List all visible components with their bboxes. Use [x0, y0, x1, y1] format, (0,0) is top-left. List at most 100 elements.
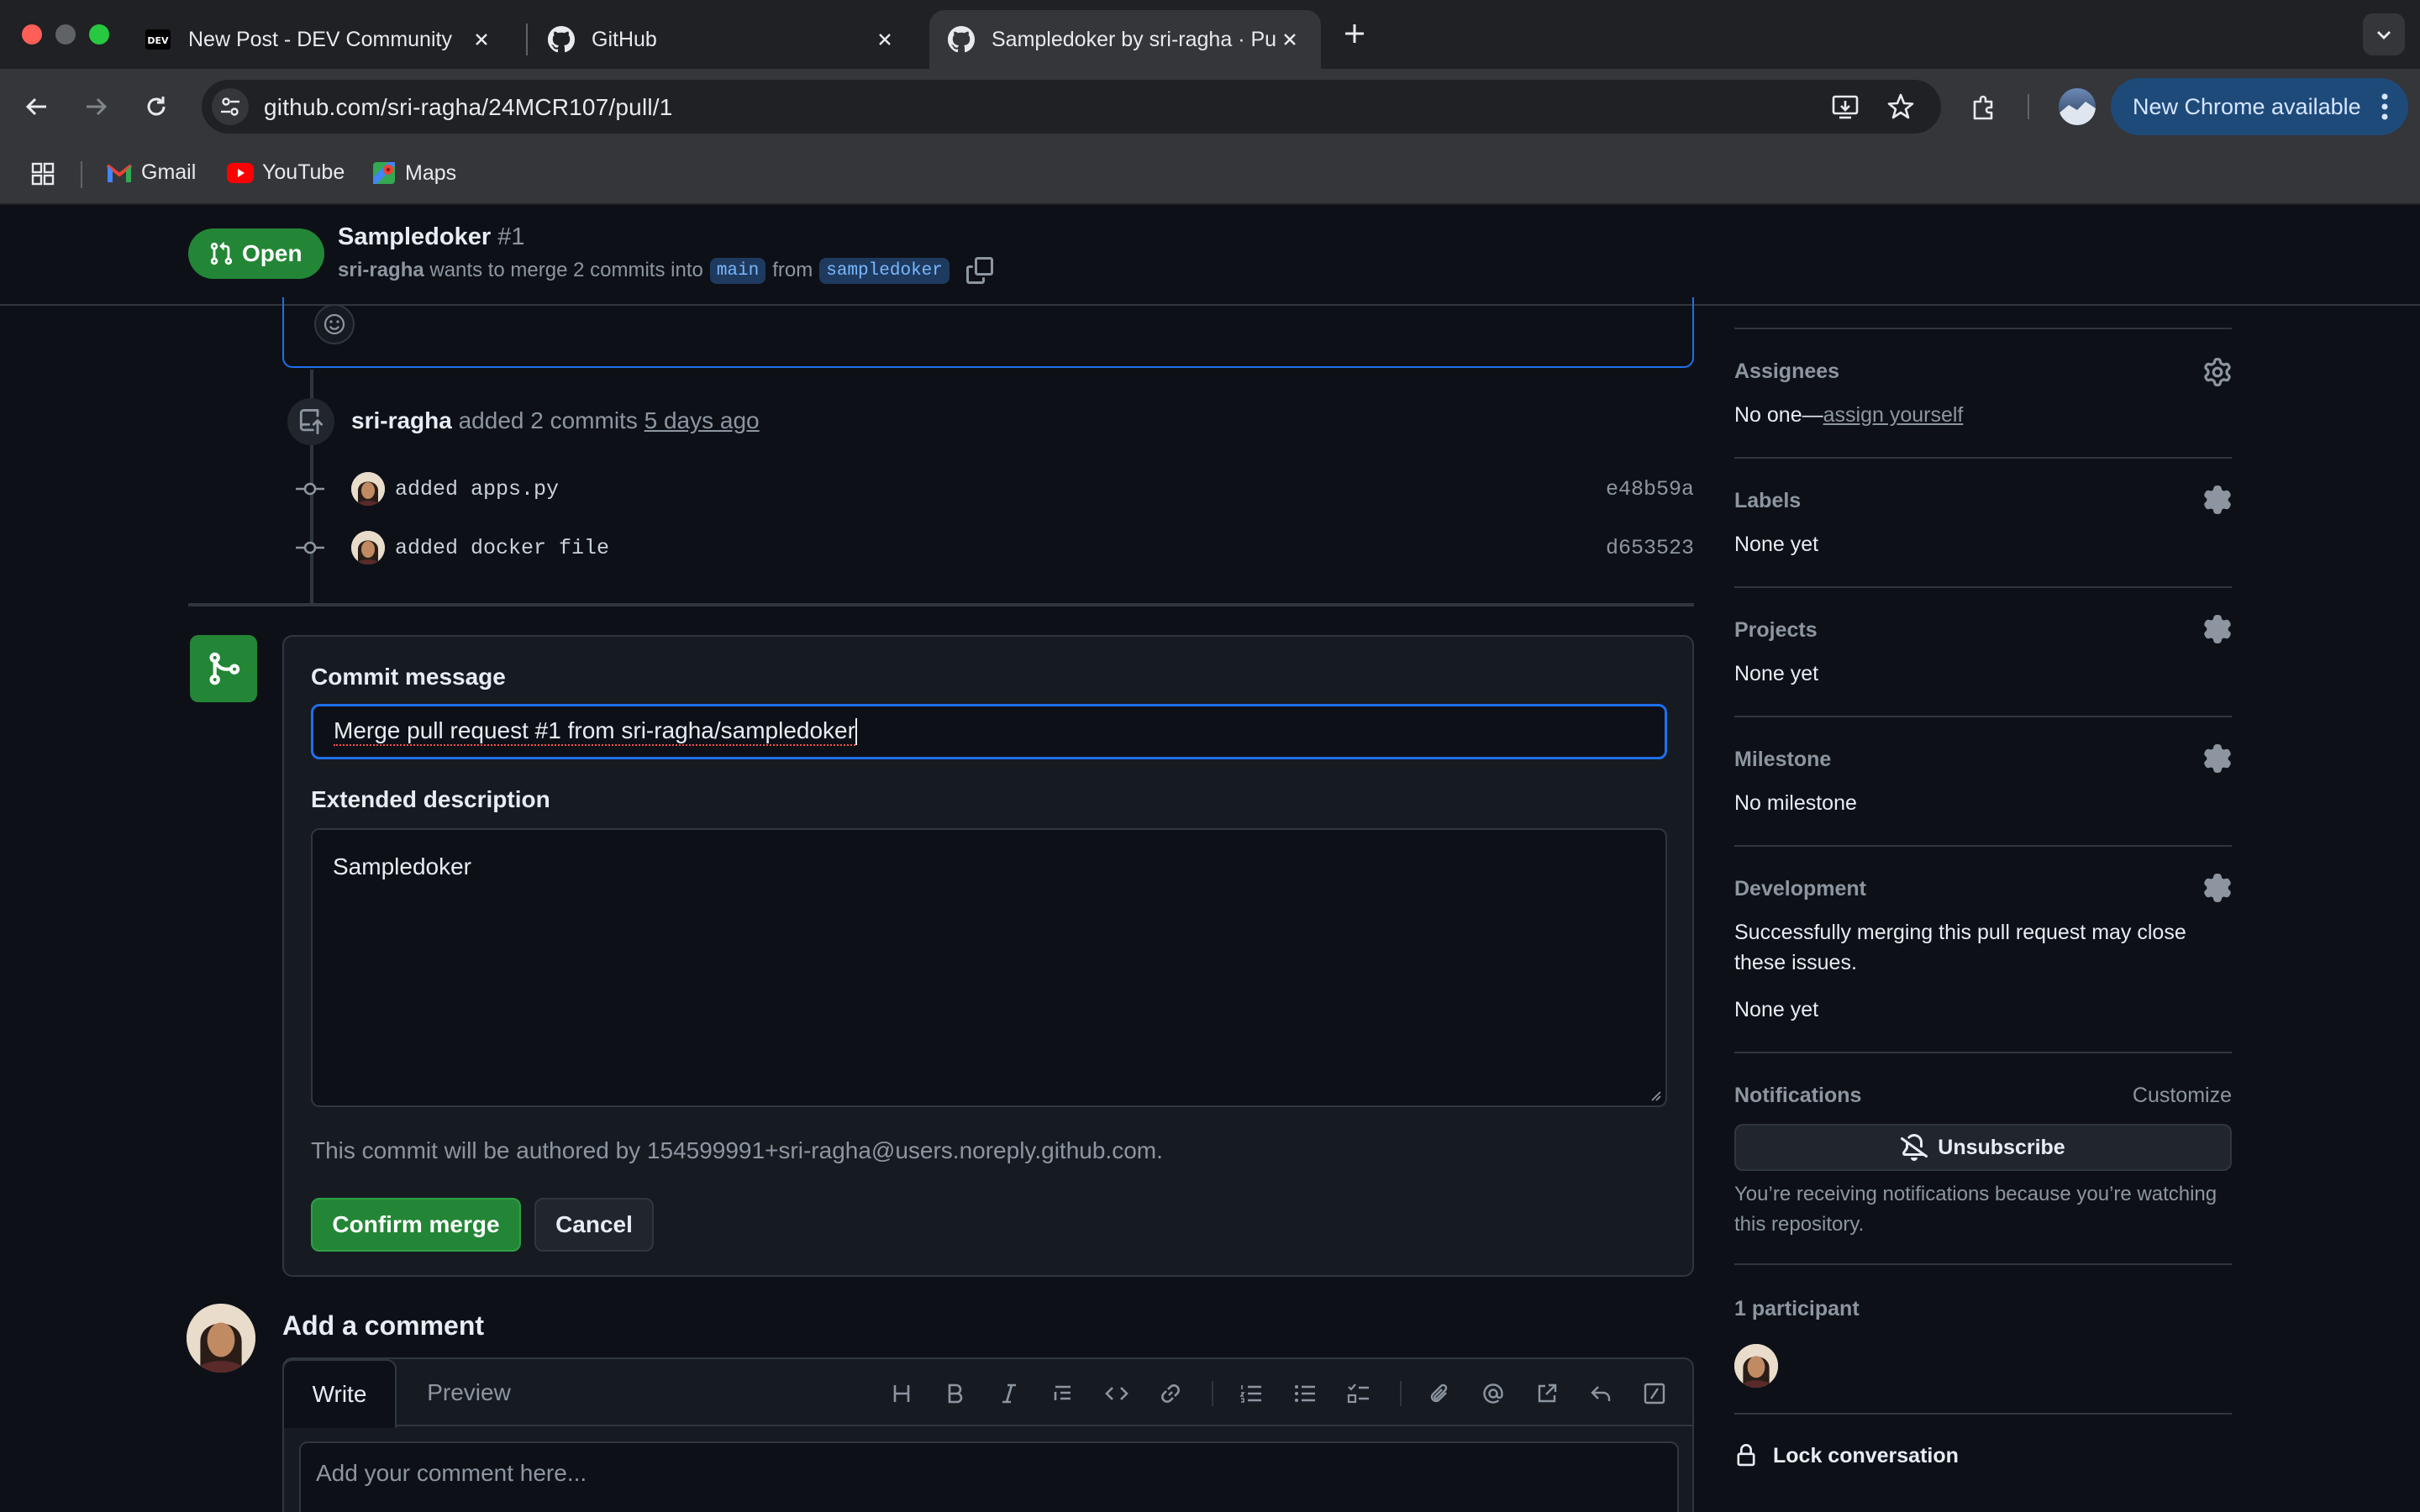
resize-grip-icon[interactable]: [1649, 1089, 1662, 1102]
labels-value: None yet: [1734, 533, 1819, 556]
quote-icon[interactable]: [1049, 1379, 1077, 1408]
lock-conversation-button[interactable]: Lock conversation: [1734, 1443, 1959, 1468]
pr-author-link[interactable]: sri-ragha: [338, 259, 424, 282]
gear-icon[interactable]: [2203, 744, 2232, 773]
tab-close-icon[interactable]: [469, 27, 494, 52]
commit-message-link[interactable]: added apps.py: [395, 477, 559, 501]
toolbar-separator: [1212, 1381, 1213, 1406]
apps-grid-icon[interactable]: [30, 161, 64, 186]
reply-icon[interactable]: [1586, 1379, 1615, 1408]
base-branch[interactable]: main: [709, 257, 766, 284]
timeline-break: [188, 603, 1694, 606]
browser-tab-pull-request[interactable]: Sampledoker by sri-ragha · Pull Request …: [929, 10, 1321, 69]
gear-icon[interactable]: [2203, 358, 2232, 386]
profile-avatar[interactable]: [2059, 88, 2096, 125]
commit-message-link[interactable]: added docker file: [395, 536, 609, 560]
code-icon[interactable]: [1102, 1379, 1131, 1408]
labels-label[interactable]: Labels: [1734, 489, 1801, 513]
head-branch[interactable]: sampledoker: [819, 257, 950, 284]
tab-close-icon[interactable]: [1277, 27, 1302, 52]
current-user-avatar[interactable]: [187, 1304, 255, 1373]
commit-sha-link[interactable]: d653523: [1606, 536, 1694, 560]
commit-author-avatar[interactable]: [351, 472, 385, 506]
extended-description-label: Extended description: [311, 786, 550, 812]
forward-button[interactable]: [77, 88, 114, 125]
gear-icon[interactable]: [2203, 615, 2232, 643]
tab-close-icon[interactable]: [872, 27, 897, 52]
projects-label[interactable]: Projects: [1734, 618, 1818, 643]
more-vert-icon: [2381, 93, 2388, 120]
bookmark-gmail[interactable]: Gmail: [106, 160, 196, 185]
gear-icon[interactable]: [2203, 486, 2232, 514]
arrow-right-icon: [87, 97, 108, 116]
link-icon[interactable]: [1156, 1379, 1185, 1408]
notification-reason: You’re receiving notifications because y…: [1734, 1183, 2217, 1236]
push-time-link[interactable]: 5 days ago: [644, 407, 760, 433]
milestone-value: No milestone: [1734, 791, 1857, 815]
milestone-label[interactable]: Milestone: [1734, 748, 1831, 772]
bookmark-star-icon[interactable]: [1886, 92, 1916, 122]
comment-textarea[interactable]: Add your comment here...: [299, 1441, 1679, 1512]
push-action: added 2 commits: [458, 407, 638, 433]
italic-icon[interactable]: [995, 1379, 1023, 1408]
pr-sticky-header: Open Sampledoker #1 sri-ragha wants to m…: [0, 205, 2420, 306]
extended-description-textarea[interactable]: Sampledoker: [311, 828, 1667, 1107]
tab-write[interactable]: Write: [282, 1359, 397, 1428]
bulleted-list-icon[interactable]: [1291, 1379, 1319, 1408]
extended-description-value: Sampledoker: [333, 853, 471, 879]
push-author-link[interactable]: sri-ragha: [351, 407, 452, 433]
bold-icon[interactable]: [941, 1379, 970, 1408]
customize-notifications-link[interactable]: Customize: [2133, 1084, 2232, 1108]
install-app-icon[interactable]: [1830, 92, 1860, 122]
development-label[interactable]: Development: [1734, 877, 1866, 901]
commit-message-input[interactable]: Merge pull request #1 from sri-ragha/sam…: [311, 704, 1667, 759]
assign-yourself-link[interactable]: assign yourself: [1823, 403, 1964, 427]
add-reaction-button[interactable]: [314, 304, 355, 344]
heading-icon[interactable]: [887, 1379, 916, 1408]
reload-button[interactable]: [138, 88, 175, 125]
dev-logo-icon: DEV: [145, 26, 171, 53]
chrome-update-button[interactable]: New Chrome available: [2111, 78, 2408, 135]
tab-search-button[interactable]: [2363, 13, 2405, 55]
sidebar-divider: [1734, 1263, 2232, 1265]
participant-avatar[interactable]: [1734, 1344, 1778, 1388]
paperclip-icon[interactable]: [1425, 1379, 1454, 1408]
bookmark-maps[interactable]: Maps: [371, 160, 456, 186]
window-close-button[interactable]: [22, 24, 42, 45]
gear-icon[interactable]: [2203, 874, 2232, 902]
slash-commands-icon[interactable]: [1640, 1379, 1669, 1408]
sidebar-divider: [1734, 1052, 2232, 1053]
commit-sha-link[interactable]: e48b59a: [1606, 477, 1694, 501]
bookmark-label: Gmail: [141, 160, 197, 184]
git-commit-icon: [296, 482, 324, 496]
unsubscribe-label: Unsubscribe: [1938, 1135, 2065, 1159]
gmail-icon: [106, 163, 133, 182]
site-info-button[interactable]: [212, 88, 249, 125]
window-zoom-button[interactable]: [89, 24, 109, 45]
browser-tab-dev[interactable]: DEV New Post - DEV Community: [126, 10, 513, 69]
tune-icon: [221, 97, 239, 116]
browser-tab-github[interactable]: GitHub: [529, 10, 916, 69]
tab-separator: [526, 24, 528, 55]
new-tab-button[interactable]: [1339, 18, 1370, 49]
numbered-list-icon[interactable]: [1237, 1379, 1265, 1408]
tab-preview[interactable]: Preview: [410, 1359, 528, 1426]
commit-author-avatar[interactable]: [351, 531, 385, 564]
tab-title: New Post - DEV Community: [188, 27, 452, 51]
window-minimize-button[interactable]: [55, 24, 76, 45]
cancel-button[interactable]: Cancel: [534, 1198, 654, 1252]
extensions-button[interactable]: [1966, 88, 2003, 125]
pr-state-label: Open: [242, 240, 302, 266]
copy-icon[interactable]: [965, 257, 993, 284]
assignees-label[interactable]: Assignees: [1734, 360, 1839, 384]
address-bar[interactable]: github.com/sri-ragha/24MCR107/pull/1: [202, 80, 1941, 134]
unsubscribe-button[interactable]: Unsubscribe: [1734, 1124, 2232, 1171]
bookmark-youtube[interactable]: YouTube: [227, 160, 345, 185]
cross-reference-icon[interactable]: [1533, 1379, 1561, 1408]
git-pull-request-icon: [210, 242, 233, 265]
mention-icon[interactable]: [1479, 1379, 1507, 1408]
url-text[interactable]: github.com/sri-ragha/24MCR107/pull/1: [264, 94, 673, 121]
back-button[interactable]: [18, 88, 55, 125]
confirm-merge-button[interactable]: Confirm merge: [311, 1198, 521, 1252]
task-list-icon[interactable]: [1344, 1379, 1373, 1408]
